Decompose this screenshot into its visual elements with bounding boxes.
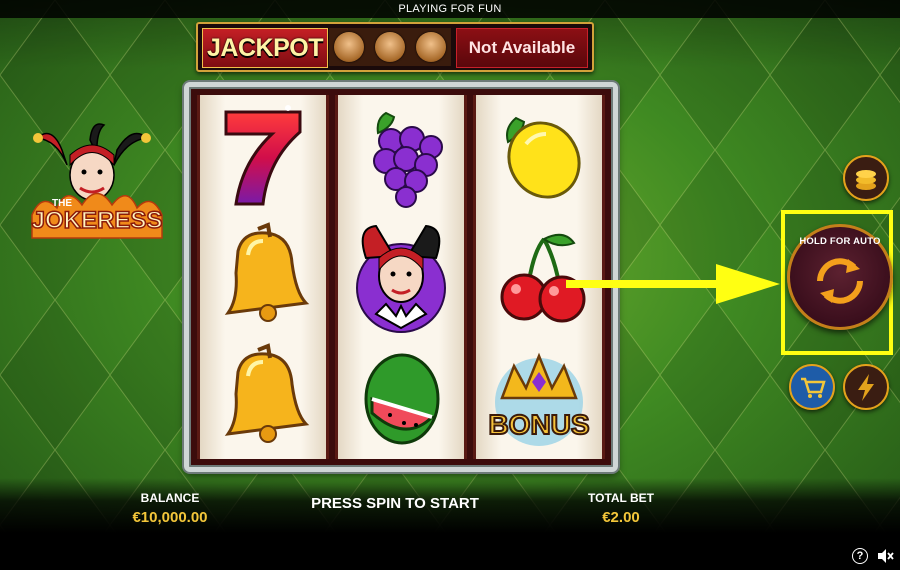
reel-1: [197, 95, 329, 459]
bonus-text: BONUS: [488, 409, 589, 440]
jackpot-status: Not Available: [456, 28, 588, 68]
help-icon[interactable]: ?: [852, 548, 868, 564]
reel-frame: BONUS: [184, 82, 618, 472]
top-bar: PLAYING FOR FUN: [0, 0, 900, 18]
jokeress-face-icon: [334, 32, 365, 62]
jackpot-bar: JACKPOT Not Available: [196, 22, 594, 72]
jokeress-symbol: [346, 218, 456, 336]
coins-icon: [856, 170, 876, 190]
jokeress-face-icon: [374, 32, 405, 62]
seven-symbol: [208, 100, 318, 212]
bell-symbol: [208, 221, 318, 333]
jokeress-face-icon: [415, 32, 446, 62]
logo-the: THE: [52, 198, 72, 209]
balance-label: BALANCE: [140, 491, 200, 505]
spin-button[interactable]: HOLD FOR AUTO: [787, 224, 893, 330]
mute-icon[interactable]: [876, 548, 894, 564]
cart-icon: [801, 377, 826, 398]
buy-feature-button[interactable]: [789, 364, 835, 410]
logo-title: JOKERESS: [32, 207, 163, 234]
total-bet-value: €2.00: [602, 509, 640, 526]
total-bet-label: TOTAL BET: [588, 491, 654, 505]
status-message: PRESS SPIN TO START: [311, 495, 479, 512]
pointer-arrow: [566, 262, 780, 306]
game-logo: JOKERESS THE: [22, 120, 172, 250]
bonus-symbol: BONUS: [484, 342, 594, 454]
jackpot-label: JACKPOT: [202, 28, 328, 68]
balance-value: €10,000.00: [132, 509, 208, 526]
spin-label: HOLD FOR AUTO: [799, 236, 881, 247]
reel-2: [335, 95, 467, 459]
reels: BONUS: [197, 95, 605, 459]
utility-icons: ?: [852, 548, 894, 564]
lightning-icon: [858, 374, 874, 401]
coins-button[interactable]: [843, 155, 889, 201]
spin-arrows-icon: [817, 258, 863, 304]
lemon-symbol: [484, 100, 594, 212]
grapes-symbol: [346, 99, 456, 211]
bell-symbol: [208, 342, 318, 454]
jackpot-faces: [329, 28, 451, 66]
turbo-button[interactable]: [843, 364, 889, 410]
watermelon-symbol: [346, 343, 456, 455]
